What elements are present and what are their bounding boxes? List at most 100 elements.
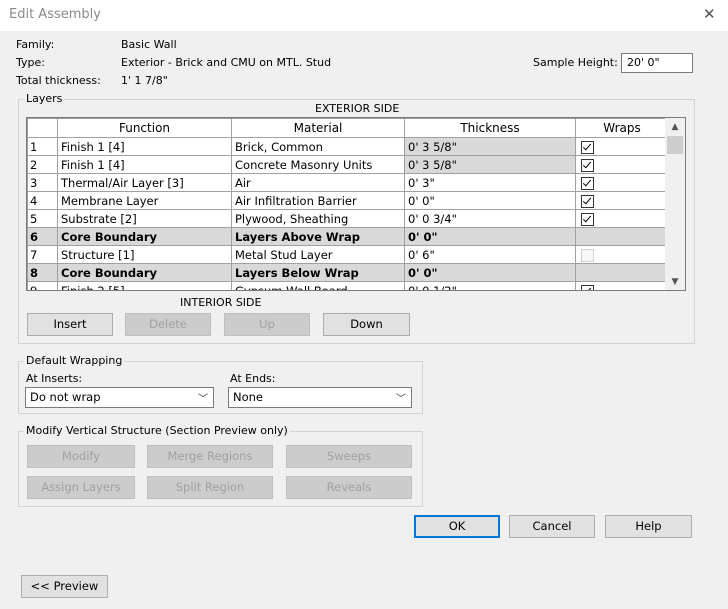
material-cell[interactable]: Plywood, Sheathing bbox=[231, 209, 405, 228]
thickness-cell[interactable]: 0' 3 5/8" bbox=[404, 155, 576, 174]
ok-button[interactable]: OK bbox=[414, 515, 500, 538]
material-cell[interactable]: Air bbox=[231, 173, 405, 192]
thickness-cell[interactable]: 0' 3" bbox=[404, 173, 576, 192]
row-number-cell[interactable]: 2 bbox=[27, 155, 58, 174]
column-header-material[interactable]: Material bbox=[231, 118, 405, 138]
function-cell[interactable]: Finish 1 [4] bbox=[57, 155, 232, 174]
at-ends-value: None bbox=[233, 390, 264, 404]
chevron-down-icon: ﹀ bbox=[198, 394, 208, 405]
at-ends-label: At Ends: bbox=[230, 372, 276, 385]
table-row[interactable]: 9 Finish 2 [5] Gypsum Wall Board 0' 0 1/2" bbox=[27, 281, 669, 290]
layers-group-label: Layers bbox=[24, 92, 65, 105]
function-cell[interactable]: Structure [1] bbox=[57, 245, 232, 264]
down-button[interactable]: Down bbox=[323, 313, 410, 336]
scroll-up-icon[interactable]: ▲ bbox=[665, 119, 685, 135]
material-cell[interactable]: Layers Below Wrap bbox=[231, 263, 405, 282]
modify-button[interactable]: Modify bbox=[27, 445, 135, 468]
wraps-cell bbox=[575, 191, 669, 210]
wraps-cell bbox=[575, 173, 669, 192]
wraps-checkbox[interactable] bbox=[581, 140, 594, 154]
material-cell[interactable]: Gypsum Wall Board bbox=[231, 281, 405, 290]
at-inserts-label: At Inserts: bbox=[26, 372, 83, 385]
total-thickness-value: 1' 1 7/8" bbox=[121, 74, 168, 87]
column-header-thickness[interactable]: Thickness bbox=[404, 118, 576, 138]
scroll-down-icon[interactable]: ▼ bbox=[665, 274, 685, 290]
exterior-side-label: EXTERIOR SIDE bbox=[315, 102, 400, 115]
row-number-cell[interactable]: 9 bbox=[27, 281, 58, 290]
function-cell[interactable]: Thermal/Air Layer [3] bbox=[57, 173, 232, 192]
at-inserts-select[interactable]: Do not wrap ﹀ bbox=[25, 387, 214, 408]
split-region-button[interactable]: Split Region bbox=[147, 476, 273, 499]
table-row[interactable]: 3 Thermal/Air Layer [3] Air 0' 3" bbox=[27, 173, 669, 192]
column-header-wraps[interactable]: Wraps bbox=[575, 118, 669, 138]
row-number-cell[interactable]: 6 bbox=[27, 227, 58, 246]
chevron-down-icon: ﹀ bbox=[396, 394, 406, 405]
wraps-checkbox[interactable] bbox=[581, 248, 594, 262]
wraps-cell bbox=[575, 227, 669, 246]
material-cell[interactable]: Layers Above Wrap bbox=[231, 227, 405, 246]
merge-regions-button[interactable]: Merge Regions bbox=[147, 445, 273, 468]
wraps-cell bbox=[575, 281, 669, 290]
table-row[interactable]: 6 Core Boundary Layers Above Wrap 0' 0" bbox=[27, 227, 669, 246]
wraps-checkbox[interactable] bbox=[581, 212, 594, 226]
row-number-cell[interactable]: 5 bbox=[27, 209, 58, 228]
function-cell[interactable]: Finish 1 [4] bbox=[57, 137, 232, 156]
preview-button[interactable]: << Preview bbox=[21, 575, 108, 598]
wraps-checkbox[interactable] bbox=[581, 284, 594, 290]
help-button[interactable]: Help bbox=[605, 515, 692, 538]
wraps-cell bbox=[575, 263, 669, 282]
thickness-cell[interactable]: 0' 0" bbox=[404, 191, 576, 210]
material-cell[interactable]: Brick, Common bbox=[231, 137, 405, 156]
total-thickness-label: Total thickness: bbox=[16, 74, 101, 87]
material-cell[interactable]: Metal Stud Layer bbox=[231, 245, 405, 264]
row-number-cell[interactable]: 7 bbox=[27, 245, 58, 264]
material-cell[interactable]: Air Infiltration Barrier bbox=[231, 191, 405, 210]
delete-button[interactable]: Delete bbox=[125, 313, 211, 336]
function-cell[interactable]: Substrate [2] bbox=[57, 209, 232, 228]
thickness-cell[interactable]: 0' 6" bbox=[404, 245, 576, 264]
sample-height-input[interactable]: 20' 0" bbox=[621, 53, 693, 73]
wraps-cell bbox=[575, 155, 669, 174]
wraps-checkbox[interactable] bbox=[581, 176, 594, 190]
column-header-function[interactable]: Function bbox=[57, 118, 232, 138]
family-label: Family: bbox=[16, 38, 55, 51]
row-number-cell[interactable]: 1 bbox=[27, 137, 58, 156]
up-button[interactable]: Up bbox=[224, 313, 310, 336]
row-number-cell[interactable]: 4 bbox=[27, 191, 58, 210]
scrollbar-thumb[interactable] bbox=[667, 136, 683, 154]
close-icon[interactable]: ✕ bbox=[703, 5, 716, 23]
table-header-row: Function Material Thickness Wraps bbox=[27, 118, 669, 138]
cancel-button[interactable]: Cancel bbox=[509, 515, 595, 538]
modify-vertical-label: Modify Vertical Structure (Section Previ… bbox=[24, 424, 290, 437]
table-row[interactable]: 5 Substrate [2] Plywood, Sheathing 0' 0 3/4… bbox=[27, 209, 669, 228]
function-cell[interactable]: Core Boundary bbox=[57, 263, 232, 282]
function-cell[interactable]: Finish 2 [5] bbox=[57, 281, 232, 290]
thickness-cell[interactable]: 0' 0" bbox=[404, 227, 576, 246]
thickness-cell[interactable]: 0' 0" bbox=[404, 263, 576, 282]
table-row[interactable]: 2 Finish 1 [4] Concrete Masonry Units 0' 3 … bbox=[27, 155, 669, 174]
layers-table: Function Material Thickness Wraps 1 Finis… bbox=[26, 117, 686, 291]
thickness-cell[interactable]: 0' 0 1/2" bbox=[404, 281, 576, 290]
reveals-button[interactable]: Reveals bbox=[286, 476, 412, 499]
table-row[interactable]: 1 Finish 1 [4] Brick, Common 0' 3 5/8" bbox=[27, 137, 669, 156]
table-row[interactable]: 8 Core Boundary Layers Below Wrap 0' 0" bbox=[27, 263, 669, 282]
table-row[interactable]: 4 Membrane Layer Air Infiltration Barrier 0… bbox=[27, 191, 669, 210]
assign-layers-button[interactable]: Assign Layers bbox=[27, 476, 135, 499]
at-ends-select[interactable]: None ﹀ bbox=[228, 387, 412, 408]
thickness-cell[interactable]: 0' 0 3/4" bbox=[404, 209, 576, 228]
row-number-cell[interactable]: 3 bbox=[27, 173, 58, 192]
wraps-cell bbox=[575, 137, 669, 156]
function-cell[interactable]: Core Boundary bbox=[57, 227, 232, 246]
table-row[interactable]: 7 Structure [1] Metal Stud Layer 0' 6" bbox=[27, 245, 669, 264]
row-number-cell[interactable]: 8 bbox=[27, 263, 58, 282]
family-value: Basic Wall bbox=[121, 38, 177, 51]
insert-button[interactable]: Insert bbox=[27, 313, 113, 336]
wraps-checkbox[interactable] bbox=[581, 158, 594, 172]
interior-side-label: INTERIOR SIDE bbox=[180, 296, 262, 309]
wraps-checkbox[interactable] bbox=[581, 194, 594, 208]
function-cell[interactable]: Membrane Layer bbox=[57, 191, 232, 210]
sample-height-label: Sample Height: bbox=[533, 56, 618, 69]
material-cell[interactable]: Concrete Masonry Units bbox=[231, 155, 405, 174]
thickness-cell[interactable]: 0' 3 5/8" bbox=[404, 137, 576, 156]
sweeps-button[interactable]: Sweeps bbox=[286, 445, 412, 468]
